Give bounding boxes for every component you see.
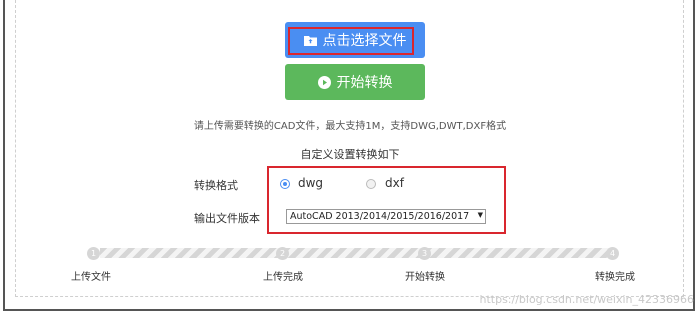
step-label-3: 开始转换 — [405, 272, 445, 283]
watermark: https://blog.csdn.net/weixin_42336966 — [479, 293, 694, 306]
highlight-select-button — [288, 27, 414, 55]
caret-down-icon: ▼ — [477, 211, 483, 219]
step-marker-3: 3 — [418, 247, 431, 260]
step-marker-4: 4 — [606, 247, 619, 260]
version-select-value: AutoCAD 2013/2014/2015/2016/2017 — [290, 211, 470, 222]
radio-dxf-label[interactable]: dxf — [385, 176, 404, 190]
radio-dwg[interactable] — [280, 179, 290, 189]
settings-title: 自定义设置转换如下 — [300, 148, 400, 161]
step-label-4: 转换完成 — [595, 272, 635, 283]
radio-dwg-label[interactable]: dwg — [298, 176, 323, 190]
progress-bar — [100, 248, 612, 258]
step-label-2: 上传完成 — [263, 272, 303, 283]
highlight-start-button — [284, 64, 426, 101]
step-marker-2: 2 — [276, 247, 289, 260]
step-marker-1: 1 — [87, 247, 100, 260]
step-label-1: 上传文件 — [71, 272, 111, 283]
version-select[interactable]: AutoCAD 2013/2014/2015/2016/2017 ▼ — [286, 209, 486, 224]
format-label: 转换格式 — [194, 179, 238, 192]
upload-hint: 请上传需要转换的CAD文件，最大支持1M，支持DWG,DWT,DXF格式 — [193, 121, 507, 132]
radio-dxf[interactable] — [366, 179, 376, 189]
version-label: 输出文件版本 — [194, 212, 260, 225]
